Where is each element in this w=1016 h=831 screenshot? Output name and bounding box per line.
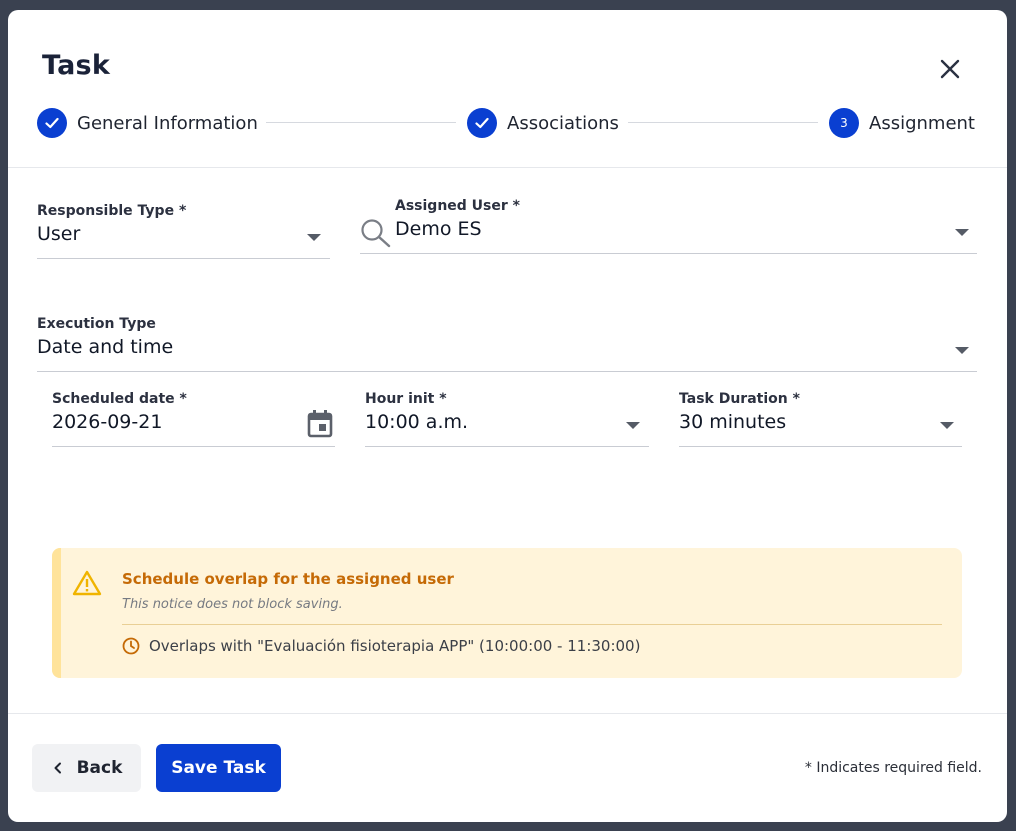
field-underline (52, 446, 335, 447)
field-label: Scheduled date * (52, 391, 187, 407)
chevron-left-icon (54, 762, 61, 774)
field-value: 10:00 a.m. (365, 411, 469, 433)
step-general-information[interactable]: General Information (37, 108, 258, 138)
field-underline (360, 253, 977, 254)
field-value: 30 minutes (679, 411, 787, 433)
save-task-button[interactable]: Save Task (156, 744, 281, 792)
required-field-note: * Indicates required field. (804, 760, 982, 776)
header-divider (8, 167, 1007, 168)
chevron-down-icon (940, 422, 954, 429)
field-label: Task Duration * (679, 391, 800, 407)
clock-icon (122, 637, 140, 655)
alert-separator (122, 624, 942, 625)
alert-detail: Overlaps with "Evaluación fisioterapia A… (122, 637, 640, 655)
step-assignment[interactable]: 3 Assignment (829, 108, 975, 138)
task-modal: Task General Information Associations 3 … (8, 10, 1007, 822)
assigned-user-autocomplete[interactable]: Assigned User * Demo ES (360, 198, 977, 254)
step-label: General Information (77, 112, 258, 134)
field-value: Date and time (37, 336, 174, 358)
scheduled-date-field[interactable]: Scheduled date * 2026-09-21 (52, 391, 335, 447)
step-connector (266, 122, 456, 123)
calendar-icon[interactable] (306, 409, 334, 439)
back-button-label: Back (76, 758, 123, 778)
task-duration-select[interactable]: Task Duration * 30 minutes (679, 391, 962, 447)
field-label: Hour init * (365, 391, 447, 407)
close-icon (940, 59, 960, 79)
check-icon (45, 117, 59, 129)
alert-subtitle: This notice does not block saving. (122, 597, 343, 612)
hour-init-select[interactable]: Hour init * 10:00 a.m. (365, 391, 649, 447)
step-connector (628, 122, 818, 123)
field-underline (37, 258, 330, 259)
field-underline (37, 371, 977, 372)
field-value: 2026-09-21 (52, 411, 163, 433)
field-label: Assigned User * (395, 198, 520, 214)
check-icon (475, 117, 489, 129)
field-value: User (37, 223, 81, 245)
step-complete-badge (467, 108, 497, 138)
chevron-down-icon (955, 347, 969, 354)
chevron-down-icon (955, 229, 969, 236)
step-associations[interactable]: Associations (467, 108, 619, 138)
step-complete-badge (37, 108, 67, 138)
alert-accent-bar (52, 548, 61, 678)
stepper: General Information Associations 3 Assig… (8, 108, 1007, 138)
execution-type-select[interactable]: Execution Type Date and time (37, 316, 977, 372)
schedule-overlap-alert: Schedule overlap for the assigned user T… (52, 548, 962, 678)
back-button[interactable]: Back (32, 744, 141, 792)
field-label: Responsible Type * (37, 203, 187, 219)
chevron-down-icon (307, 234, 321, 241)
alert-detail-text: Overlaps with "Evaluación fisioterapia A… (149, 637, 641, 655)
field-underline (679, 446, 962, 447)
step-label: Assignment (869, 112, 975, 134)
step-number-badge: 3 (829, 108, 859, 138)
responsible-type-select[interactable]: Responsible Type * User (37, 203, 330, 259)
modal-title: Task (42, 50, 110, 81)
search-icon (361, 219, 391, 248)
warning-icon (72, 570, 102, 596)
alert-title: Schedule overlap for the assigned user (122, 570, 454, 588)
field-label: Execution Type (37, 316, 156, 332)
chevron-down-icon (626, 422, 640, 429)
close-button[interactable] (934, 53, 966, 85)
field-value: Demo ES (395, 218, 482, 240)
footer-divider (8, 713, 1007, 714)
save-button-label: Save Task (171, 758, 266, 778)
field-underline (365, 446, 649, 447)
step-label: Associations (507, 112, 619, 134)
